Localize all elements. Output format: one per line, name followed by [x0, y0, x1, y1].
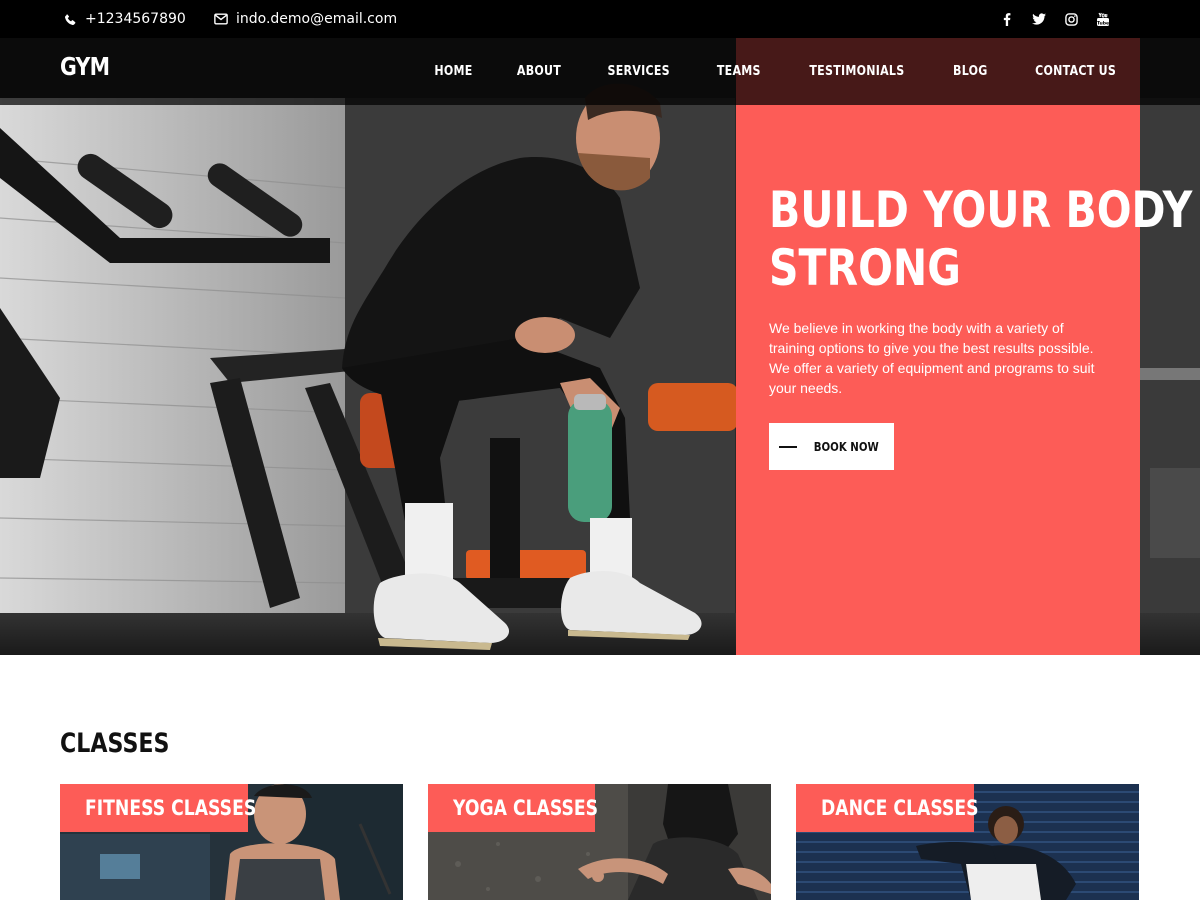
- hero-section: GYM HOME ABOUT SERVICES TEAMS TESTIMONIA…: [0, 38, 1200, 655]
- top-contact-bar: +1234567890 indo.demo@email.com Tube: [0, 0, 1200, 38]
- class-label-yoga: YOGA CLASSES: [453, 796, 599, 820]
- book-now-button[interactable]: BOOK NOW: [769, 423, 894, 470]
- class-tag-fitness: FITNESS CLASSES: [60, 784, 256, 832]
- class-label-dance: DANCE CLASSES: [821, 796, 979, 820]
- youtube-icon[interactable]: Tube: [1094, 10, 1112, 28]
- phone-icon: [64, 13, 77, 26]
- hero-heading: BUILD YOUR BODY STRONG: [769, 181, 1193, 297]
- envelope-icon: [214, 13, 228, 25]
- class-card-dance[interactable]: DANCE CLASSES: [796, 784, 1139, 900]
- class-label-fitness: FITNESS CLASSES: [85, 796, 257, 820]
- main-navbar: GYM HOME ABOUT SERVICES TEAMS TESTIMONIA…: [0, 38, 1200, 105]
- class-tag-dance: DANCE CLASSES: [796, 784, 979, 832]
- nav-about[interactable]: ABOUT: [517, 64, 561, 79]
- nav-testimonials[interactable]: TESTIMONIALS: [810, 64, 905, 79]
- nav-contact-us[interactable]: CONTACT US: [1035, 64, 1116, 79]
- social-links: Tube: [998, 0, 1112, 38]
- svg-text:Tube: Tube: [1097, 20, 1109, 26]
- class-card-fitness[interactable]: FITNESS CLASSES: [60, 784, 403, 900]
- hero-description: We believe in working the body with a va…: [769, 320, 1095, 396]
- instagram-icon[interactable]: [1062, 10, 1080, 28]
- dash-icon: [778, 445, 797, 448]
- email-address: indo.demo@email.com: [236, 11, 398, 27]
- class-card-yoga[interactable]: YOGA CLASSES: [428, 784, 771, 900]
- hero-heading-line1: BUILD YOUR BODY: [769, 181, 1193, 239]
- phone-contact[interactable]: +1234567890: [64, 0, 186, 38]
- email-contact[interactable]: indo.demo@email.com: [214, 0, 397, 38]
- class-tag-yoga: YOGA CLASSES: [428, 784, 599, 832]
- hero-heading-line2: STRONG: [769, 239, 961, 297]
- site-logo[interactable]: GYM: [60, 52, 110, 81]
- nav-teams[interactable]: TEAMS: [717, 64, 761, 79]
- book-now-label: BOOK NOW: [813, 439, 879, 454]
- main-nav: HOME ABOUT SERVICES TEAMS TESTIMONIALS B…: [394, 38, 1123, 105]
- nav-services[interactable]: SERVICES: [608, 64, 670, 79]
- phone-number: +1234567890: [85, 11, 186, 27]
- twitter-icon[interactable]: [1030, 10, 1048, 28]
- nav-blog[interactable]: BLOG: [953, 64, 988, 79]
- facebook-icon[interactable]: [998, 10, 1016, 28]
- hero-panel: BUILD YOUR BODY STRONG We believe in wor…: [736, 38, 1193, 655]
- classes-title: CLASSES: [60, 728, 170, 759]
- nav-home[interactable]: HOME: [435, 64, 473, 79]
